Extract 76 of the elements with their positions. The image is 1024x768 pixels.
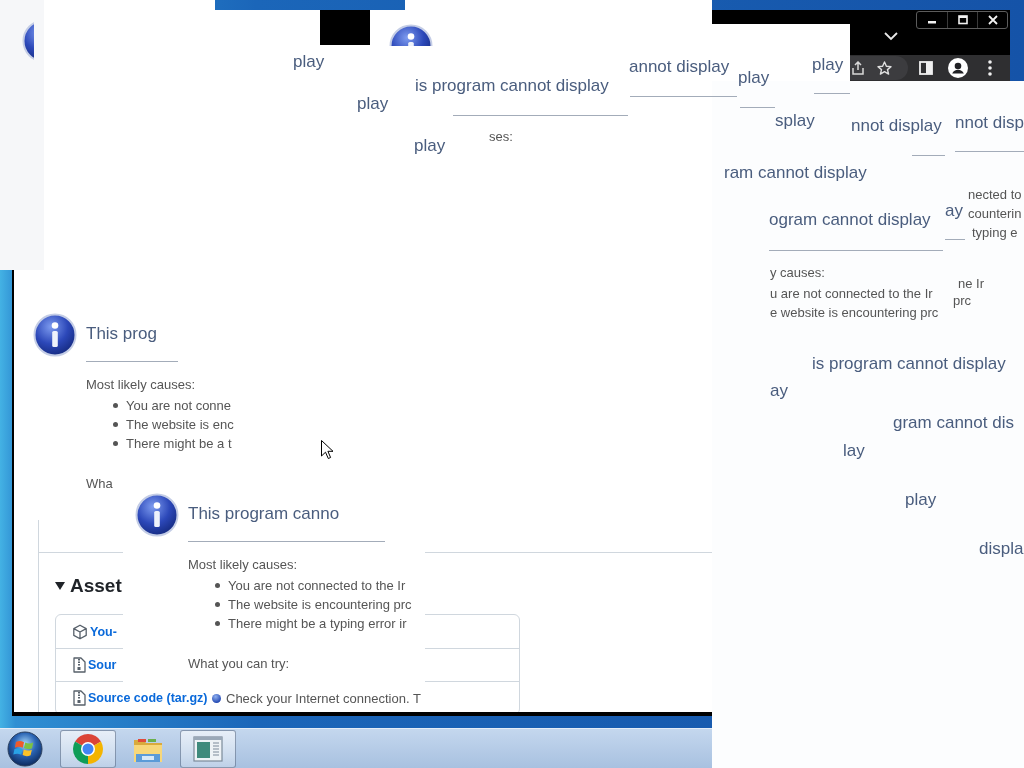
bullet-icon (113, 422, 118, 427)
dialog-title: play (357, 94, 389, 114)
bullet-icon (215, 583, 220, 588)
bullet-icon (113, 441, 118, 446)
mouse-pointer-icon (321, 440, 334, 459)
dialog-title: gram cannot dis (893, 413, 1014, 433)
star-icon[interactable] (877, 60, 892, 76)
dialog-title: play (414, 136, 446, 156)
causes-heading: Most likely causes: (188, 556, 298, 574)
dialog-title: ram cannot display (724, 163, 867, 183)
section-heading: Asset (70, 575, 122, 597)
asset-link[interactable]: You- (90, 623, 117, 640)
share-icon[interactable] (852, 61, 864, 75)
try-heading: Wha (86, 475, 113, 493)
dialog-title: ay (945, 201, 963, 221)
info-icon (389, 24, 433, 46)
bullet-icon (113, 403, 118, 408)
dialog-title: nnot display (851, 116, 942, 136)
start-orb-icon (7, 730, 43, 767)
dialog-title: This prog (86, 324, 157, 344)
profile-avatar-icon (948, 58, 968, 78)
zip-file-icon (72, 690, 86, 706)
dialog-title: is program cannot display (812, 354, 1006, 374)
dialog-title: nnot disp (955, 113, 1024, 133)
asset-link[interactable]: Sour (88, 657, 117, 673)
cause-item: You are not connected to the Ir (228, 577, 406, 594)
causes-heading: Most likely causes: (86, 376, 196, 394)
taskbar-button[interactable] (180, 729, 236, 768)
cause-item: There might be a typing error ir (228, 615, 407, 632)
info-icon (33, 313, 77, 357)
dialog-title: ay (770, 381, 788, 401)
dialog-text: e website is encountering prc (770, 304, 939, 320)
info-icon (135, 493, 179, 537)
cause-item: The website is encountering prc (228, 596, 412, 613)
info-icon (22, 19, 34, 63)
bullet-icon (212, 694, 221, 703)
cause-item: The website is enc (126, 416, 234, 433)
dialog-title: play (738, 68, 770, 88)
dialog-text: ne Ir (958, 275, 984, 291)
cube-icon (72, 623, 88, 640)
dialog-text: typing e (972, 224, 1018, 240)
browser-icon (72, 732, 104, 765)
dialog-title: play (812, 55, 844, 75)
dialog-title: ogram cannot display (769, 210, 931, 230)
dialog-title: lay (843, 441, 865, 461)
dialog-title: is program cannot display (415, 76, 609, 96)
address-bar[interactable] (850, 56, 908, 80)
dialog-title: This program canno (188, 504, 340, 524)
cause-item: You are not conne (126, 397, 232, 414)
bullet-icon (215, 602, 220, 607)
dialog-text: counterin (968, 205, 1022, 221)
close-icon (987, 15, 998, 25)
try-heading: What you can try: (188, 655, 290, 673)
dialog-text: prc (953, 292, 972, 308)
kebab-menu-icon (988, 60, 992, 76)
taskbar-button[interactable] (60, 729, 116, 768)
cause-item: There might be a t (126, 435, 232, 452)
dialog-text: nected to (968, 186, 1022, 202)
dialog-text: y causes: (770, 264, 825, 280)
dialog-text: u are not connected to the Ir (770, 285, 933, 301)
caret-down-icon[interactable] (55, 582, 65, 590)
maximize-icon (957, 15, 968, 25)
try-item: Check your Internet connection. T (226, 690, 421, 707)
dialog-title: displa (979, 539, 1024, 559)
causes-heading: ses: (489, 129, 513, 144)
side-panel-icon (919, 61, 933, 75)
bullet-icon (215, 621, 220, 626)
dialog-title: play (905, 490, 937, 510)
dialog-title: play (293, 52, 325, 72)
dialog-title: annot display (629, 57, 730, 77)
asset-link[interactable]: Source code (tar.gz) (88, 690, 208, 706)
start-button[interactable] (6, 729, 44, 768)
chevron-down-icon[interactable] (883, 31, 899, 41)
zip-file-icon (72, 657, 86, 673)
app-window-icon (193, 735, 223, 762)
dialog-title: splay (775, 111, 815, 131)
